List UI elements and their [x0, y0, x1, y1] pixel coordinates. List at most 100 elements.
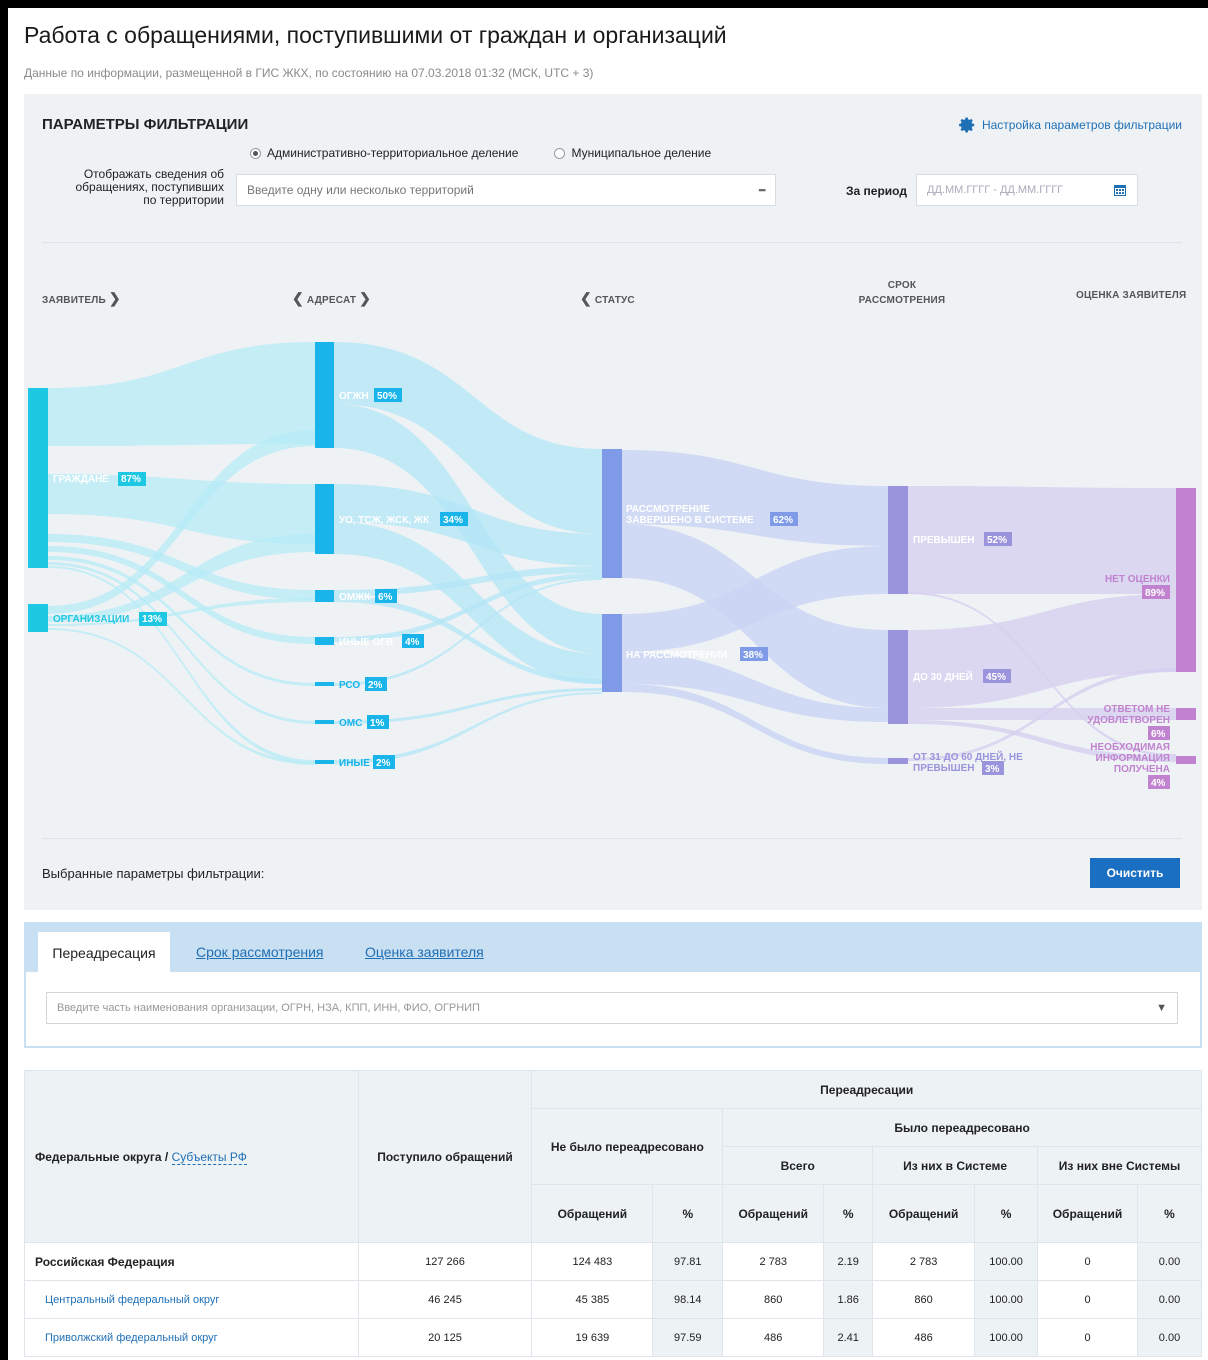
- cell-out-system-count: 0: [1037, 1280, 1138, 1319]
- th-received: Поступило обращений: [357, 1070, 533, 1243]
- node-orgs[interactable]: [28, 604, 48, 632]
- cell-not-redirected-count: 45 385: [531, 1280, 654, 1319]
- tab-rating[interactable]: Оценка заявителя: [365, 944, 484, 960]
- divider-bottom: [42, 838, 1182, 839]
- node-upto30[interactable]: [888, 630, 908, 724]
- cell-out-system-pct: 0.00: [1136, 1318, 1203, 1357]
- label-31-60-line1: ОТ 31 ДО 60 ДНЕЙ, НЕ: [913, 750, 1023, 763]
- label-orgs: ОРГАНИЗАЦИИ: [53, 614, 129, 625]
- th-count: Обращений: [722, 1184, 825, 1243]
- pct-other-ogv: 4%: [405, 637, 420, 648]
- th-count: Обращений: [872, 1184, 976, 1243]
- tabs-panel: Переадресация Срок рассмотрения Оценка з…: [24, 922, 1202, 1048]
- table-row: Центральный федеральный округ 46 245 45 …: [24, 1280, 1203, 1319]
- node-info-received[interactable]: [1176, 756, 1196, 764]
- organization-search-placeholder: Введите часть наименования организации, …: [57, 1002, 480, 1014]
- selected-params-label: Выбранные параметры фильтрации:: [42, 866, 265, 881]
- table-row: Российская Федерация 127 266 124 483 97.…: [24, 1242, 1203, 1281]
- node-oms[interactable]: [315, 720, 334, 724]
- node-other-ogv[interactable]: [315, 637, 334, 645]
- label-31-60-line2: ПРЕВЫШЕН: [913, 763, 974, 774]
- tab-term[interactable]: Срок рассмотрения: [196, 944, 324, 960]
- th-district: Федеральные округа / Субъекты РФ: [24, 1070, 359, 1243]
- cell-not-redirected-pct: 98.14: [652, 1280, 724, 1319]
- node-31-60[interactable]: [888, 758, 908, 764]
- node-done[interactable]: [602, 449, 622, 578]
- cell-not-redirected-count: 19 639: [531, 1318, 654, 1357]
- label-exceeded: ПРЕВЫШЕН: [913, 535, 974, 546]
- cell-in-system-count: 2 783: [872, 1242, 976, 1281]
- row-name: Российская Федерация: [24, 1242, 359, 1281]
- label-rso: РСО: [339, 680, 360, 691]
- page-subtitle: Данные по информации, размещенной в ГИС …: [24, 66, 594, 80]
- pct-not-sat: 6%: [1151, 729, 1166, 740]
- dropdown-arrow-icon[interactable]: ▼: [1156, 1002, 1167, 1014]
- links-addressee-status: [334, 342, 602, 764]
- pct-in-review: 38%: [743, 650, 763, 661]
- tab-redirects[interactable]: Переадресация: [38, 932, 170, 974]
- cell-total-pct: 2.19: [823, 1242, 874, 1281]
- pct-info: 4%: [1151, 778, 1166, 789]
- filter-panel: ПАРАМЕТРЫ ФИЛЬТРАЦИИ Настройка параметро…: [24, 94, 1202, 910]
- cell-received: 46 245: [357, 1280, 533, 1319]
- cell-total-count: 486: [722, 1318, 825, 1357]
- pct-rso: 2%: [368, 680, 383, 691]
- pct-uo: 34%: [443, 515, 463, 526]
- th-district-label: Федеральные округа /: [35, 1149, 172, 1164]
- table-row: Приволжский федеральный округ 20 125 19 …: [24, 1318, 1203, 1357]
- cell-out-system-pct: 0.00: [1136, 1242, 1203, 1281]
- node-omzhk[interactable]: [315, 590, 334, 602]
- label-ogzh: ОГЖН: [339, 391, 369, 402]
- label-not-sat-line2: УДОВЛЕТВОРЕН: [1087, 715, 1170, 726]
- cell-total-count: 860: [722, 1280, 825, 1319]
- cell-not-redirected-pct: 97.81: [652, 1242, 724, 1281]
- pct-orgs: 13%: [142, 614, 162, 625]
- node-no-rating[interactable]: [1176, 488, 1196, 672]
- label-other: ИНЫЕ: [339, 758, 370, 769]
- row-name-link[interactable]: Приволжский федеральный округ: [24, 1318, 359, 1357]
- th-pct: %: [1136, 1184, 1203, 1243]
- cell-received: 127 266: [357, 1242, 533, 1281]
- link-orgs-other[interactable]: [48, 628, 315, 765]
- th-pct: %: [974, 1184, 1039, 1243]
- clear-button[interactable]: Очистить: [1090, 858, 1180, 888]
- node-exceeded[interactable]: [888, 486, 908, 594]
- pct-31-60: 3%: [985, 764, 1000, 775]
- link-orgs-uo[interactable]: [48, 534, 315, 622]
- label-oms: ОМС: [339, 718, 362, 729]
- node-citizens[interactable]: [28, 388, 48, 568]
- link-citizens-ogzh[interactable]: [48, 342, 315, 446]
- cell-in-system-pct: 100.00: [974, 1242, 1039, 1281]
- node-in-review[interactable]: [602, 614, 622, 692]
- row-name-link[interactable]: Центральный федеральный округ: [24, 1280, 359, 1319]
- cell-out-system-count: 0: [1037, 1242, 1138, 1281]
- node-rso[interactable]: [315, 682, 334, 686]
- node-uo[interactable]: [315, 484, 334, 554]
- label-upto30: ДО 30 ДНЕЙ: [913, 670, 973, 683]
- link-upto30-norating[interactable]: [908, 594, 1176, 708]
- th-not-redirected: Не было переадресовано: [531, 1108, 724, 1185]
- node-other[interactable]: [315, 760, 334, 764]
- pct-other: 2%: [376, 758, 391, 769]
- node-not-satisfied[interactable]: [1176, 708, 1196, 720]
- organization-search-input[interactable]: Введите часть наименования организации, …: [46, 992, 1178, 1024]
- pct-oms: 1%: [370, 718, 385, 729]
- label-info-line1: НЕОБХОДИМАЯ: [1090, 742, 1170, 753]
- cell-in-system-pct: 100.00: [974, 1318, 1039, 1357]
- label-in-review: НА РАССМОТРЕНИИ: [626, 650, 727, 661]
- pct-citizens: 87%: [121, 474, 141, 485]
- cell-not-redirected-pct: 97.59: [652, 1318, 724, 1357]
- subjects-link[interactable]: Субъекты РФ: [171, 1149, 247, 1165]
- cell-total-pct: 1.86: [823, 1280, 874, 1319]
- pct-exceeded: 52%: [987, 535, 1007, 546]
- label-done-line2: ЗАВЕРШЕНО В СИСТЕМЕ: [626, 515, 754, 526]
- cell-out-system-count: 0: [1037, 1318, 1138, 1357]
- cell-out-system-pct: 0.00: [1136, 1280, 1203, 1319]
- cell-in-system-pct: 100.00: [974, 1280, 1039, 1319]
- th-count: Обращений: [1037, 1184, 1138, 1243]
- pct-ogzh: 50%: [377, 391, 397, 402]
- links-status-term: [622, 450, 888, 764]
- node-ogzh[interactable]: [315, 342, 334, 448]
- pct-done: 62%: [773, 515, 793, 526]
- cell-received: 20 125: [357, 1318, 533, 1357]
